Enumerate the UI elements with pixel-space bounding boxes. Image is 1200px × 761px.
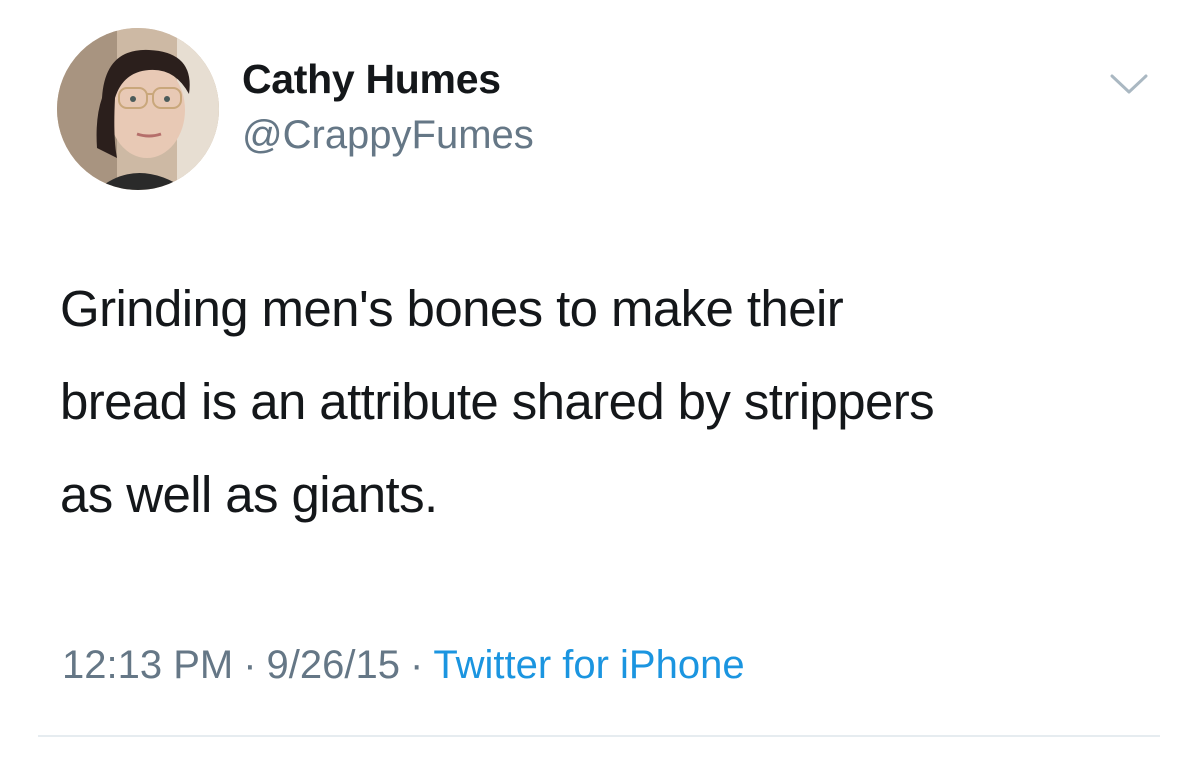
tweet-time[interactable]: 12:13 PM [62, 643, 233, 687]
avatar[interactable] [57, 28, 219, 190]
tweet-text: Grinding men's bones to make their bread… [60, 262, 1160, 541]
display-name[interactable]: Cathy Humes [242, 56, 501, 103]
tweet-date[interactable]: 9/26/15 [267, 643, 400, 687]
tweet-text-line: bread is an attribute shared by stripper… [60, 373, 935, 430]
divider [38, 735, 1160, 737]
chevron-down-icon [1110, 74, 1148, 94]
tweet-metadata: 12:13 PM · 9/26/15 · Twitter for iPhone [62, 643, 745, 688]
tweet-text-line: Grinding men's bones to make their [60, 280, 844, 337]
tweet-source-link[interactable]: Twitter for iPhone [433, 643, 744, 687]
tweet-text-line: as well as giants. [60, 466, 438, 523]
tweet-options-button[interactable] [1106, 70, 1152, 100]
meta-separator: · [243, 643, 257, 687]
user-handle[interactable]: @CrappyFumes [242, 113, 534, 158]
meta-separator: · [410, 643, 424, 687]
avatar-photo [57, 28, 219, 190]
